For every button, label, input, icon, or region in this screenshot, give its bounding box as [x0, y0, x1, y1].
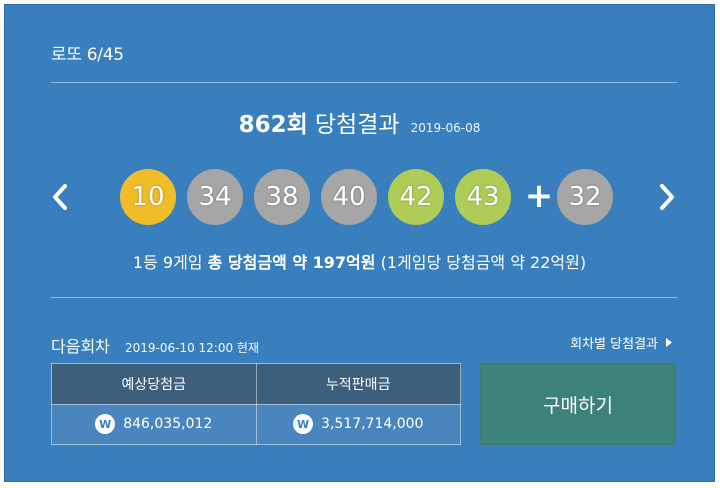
draw-title: 862회 당첨결과 2019-06-08 — [5, 105, 714, 139]
next-round-table: 예상당첨금 누적판매금 W 846,035,012 W 3,517,714,000 — [51, 363, 461, 445]
divider-bottom — [51, 297, 677, 298]
ball-6-number: 43 — [466, 182, 500, 212]
next-round-title: 다음회차 — [51, 337, 110, 356]
caret-right-icon — [666, 338, 672, 347]
bonus-plus-sign: + — [524, 176, 554, 216]
table-row: W 846,035,012 W 3,517,714,000 — [51, 403, 461, 445]
divider-top — [51, 82, 677, 83]
won-icon: W — [293, 414, 314, 435]
ball-3-number: 38 — [265, 182, 299, 212]
ball-6: 43 — [455, 169, 511, 225]
prize-per-game: (1게임당 당첨금액 약 22억원) — [380, 253, 587, 272]
next-round-button[interactable] — [653, 180, 681, 214]
round-history-label: 회차별 당첨결과 — [570, 337, 658, 352]
ball-2: 34 — [187, 169, 243, 225]
prev-round-button[interactable] — [46, 180, 74, 214]
ball-1-number: 10 — [131, 182, 165, 212]
ball-2-number: 34 — [198, 182, 232, 212]
draw-label: 당첨결과 — [314, 112, 400, 138]
ball-5-number: 42 — [399, 182, 433, 212]
next-round-datetime: 2019-06-10 12:00 현재 — [124, 341, 260, 355]
expected-prize-cell: W 846,035,012 — [51, 403, 257, 445]
ball-4-number: 40 — [332, 182, 366, 212]
ball-5: 42 — [388, 169, 444, 225]
buy-button[interactable]: 구매하기 — [480, 363, 676, 445]
prize-summary: 1등 9게임 총 당첨금액 약 197억원 (1게임당 당첨금액 약 22억원) — [5, 249, 714, 273]
chevron-left-icon — [53, 184, 67, 210]
won-icon: W — [95, 414, 116, 435]
draw-round: 862회 — [238, 112, 308, 138]
ball-4: 40 — [321, 169, 377, 225]
expected-prize-header: 예상당첨금 — [51, 363, 257, 405]
ball-1: 10 — [120, 169, 176, 225]
expected-prize-value: 846,035,012 — [123, 416, 213, 433]
round-history-link[interactable]: 회차별 당첨결과 — [570, 333, 672, 352]
chevron-right-icon — [660, 184, 674, 210]
draw-date: 2019-06-08 — [410, 121, 481, 135]
bonus-ball-number: 32 — [568, 182, 602, 212]
cumulative-sales-cell: W 3,517,714,000 — [255, 403, 461, 445]
cumulative-sales-header: 누적판매금 — [255, 363, 461, 405]
prize-winners: 1등 9게임 — [132, 253, 203, 272]
ball-3: 38 — [254, 169, 310, 225]
prize-total: 총 당첨금액 약 197억원 — [207, 253, 376, 272]
brand-title: 로또 6/45 — [51, 45, 124, 65]
table-header-row: 예상당첨금 누적판매금 — [51, 363, 461, 405]
cumulative-sales-value: 3,517,714,000 — [321, 416, 424, 433]
bonus-ball: 32 — [557, 169, 613, 225]
lotto-card: 로또 6/45 862회 당첨결과 2019-06-08 10 34 38 40… — [4, 4, 715, 482]
next-round-header: 다음회차 2019-06-10 12:00 현재 — [51, 333, 259, 357]
